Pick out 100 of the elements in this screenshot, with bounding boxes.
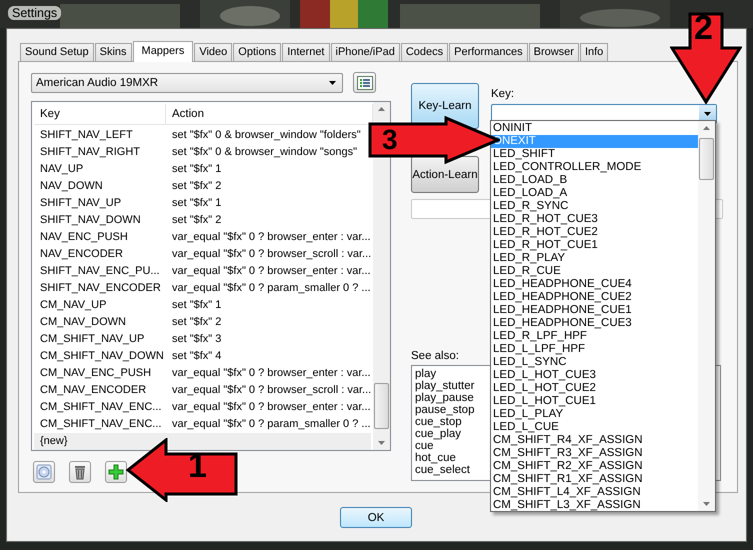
scrollbar[interactable]: [698, 121, 715, 511]
table-cell-text: SHIFT_NAV_LEFT: [39, 128, 134, 143]
delete-button[interactable]: [69, 461, 91, 483]
dropdown-item[interactable]: ONINIT: [491, 122, 698, 135]
trash-icon: [72, 464, 88, 480]
add-button[interactable]: [105, 461, 127, 483]
scroll-thumb[interactable]: [699, 138, 714, 180]
dropdown-item[interactable]: LED_L_CUE: [491, 421, 698, 434]
action-learn-button[interactable]: Action-Learn: [411, 156, 479, 193]
table-cell-text: set "$fx" 1: [171, 298, 222, 313]
tab[interactable]: Mappers: [132, 41, 194, 62]
table-cell-text: CM_NAV_ENC_PUSH: [39, 366, 152, 381]
key-label: Key:: [491, 87, 514, 101]
table-cell-text: var_equal "$fx" 0 ? browser_scroll : var...: [171, 383, 372, 398]
dropdown-item[interactable]: CM_SHIFT_R3_XF_ASSIGN: [491, 447, 698, 460]
dropdown-item[interactable]: CM_SHIFT_L3_XF_ASSIGN: [491, 499, 698, 512]
dropdown-item[interactable]: LED_HEADPHONE_CUE3: [491, 317, 698, 330]
dropdown-item[interactable]: LED_HEADPHONE_CUE2: [491, 291, 698, 304]
dropdown-item[interactable]: CM_SHIFT_R1_XF_ASSIGN: [491, 473, 698, 486]
table-cell-text: NAV_DOWN: [39, 179, 104, 194]
table-cell-text: set "$fx" 0 & browser_window "songs": [171, 145, 358, 160]
plus-icon: [108, 464, 124, 480]
dropdown-item[interactable]: LED_R_LPF_HPF: [491, 330, 698, 343]
table-cell-text: set "$fx" 2: [171, 179, 222, 194]
dropdown-item[interactable]: LED_LOAD_A: [491, 187, 698, 200]
dropdown-item[interactable]: LED_L_HOT_CUE2: [491, 382, 698, 395]
table-cell-text: var_equal "$fx" 0 ? browser_enter : var...: [171, 400, 372, 415]
callout-number: 2: [694, 10, 713, 46]
tab[interactable]: Browser: [528, 43, 579, 61]
dropdown-item[interactable]: LED_R_HOT_CUE3: [491, 213, 698, 226]
new-row[interactable]: {new}: [34, 433, 371, 450]
table-cell-text: var_equal "$fx" 0 ? browser_scroll : var...: [171, 247, 372, 262]
table-cell-text: var_equal "$fx" 0 ? param_smaller 0 ? ...: [171, 417, 372, 432]
table-cell-text: var_equal "$fx" 0 ? param_smaller 0 ? ...: [171, 281, 372, 296]
dropdown-item[interactable]: LED_SHIFT: [491, 148, 698, 161]
table-cell-text: CM_SHIFT_NAV_ENC...: [39, 417, 162, 432]
dropdown-item[interactable]: LED_R_HOT_CUE1: [491, 239, 698, 252]
list-item[interactable]: play_stutter: [415, 380, 474, 392]
dropdown-item[interactable]: LED_L_SYNC: [491, 356, 698, 369]
table-cell-text: set "$fx" 3: [171, 332, 222, 347]
table-cell-text: set "$fx" 1: [171, 196, 222, 211]
dropdown-item[interactable]: LED_LOAD_B: [491, 174, 698, 187]
list-item[interactable]: pause_stop: [415, 404, 474, 416]
list-item[interactable]: play: [415, 368, 436, 380]
tab[interactable]: Codecs: [400, 43, 448, 61]
dropdown-item[interactable]: LED_CONTROLLER_MODE: [491, 161, 698, 174]
column-header[interactable]: Key: [34, 104, 166, 124]
table-cell-text: NAV_ENC_PUSH: [39, 230, 129, 245]
table-cell-text: var_equal "$fx" 0 ? browser_enter : var...: [171, 264, 372, 279]
tab[interactable]: iPhone/iPad: [330, 43, 400, 61]
disc-icon: [36, 464, 52, 480]
caret-up-icon[interactable]: [703, 126, 710, 130]
list-item[interactable]: hot_cue: [415, 452, 456, 464]
table-cell-text: var_equal "$fx" 0 ? browser_enter : var...: [171, 366, 372, 381]
dropdown-item[interactable]: CM_SHIFT_R4_XF_ASSIGN: [491, 434, 698, 447]
dropdown-item[interactable]: CM_SHIFT_L4_XF_ASSIGN: [491, 486, 698, 499]
table-cell-text: CM_NAV_ENCODER: [39, 383, 148, 398]
dropdown-item[interactable]: LED_R_HOT_CUE2: [491, 226, 698, 239]
caret-down-icon[interactable]: [378, 441, 385, 445]
caret-down-icon[interactable]: [703, 502, 710, 506]
table-cell-text: CM_SHIFT_NAV_UP: [39, 332, 146, 347]
tab[interactable]: Video: [194, 43, 232, 61]
tab[interactable]: Skins: [94, 43, 132, 61]
dropdown-item[interactable]: CM_SHIFT_R2_XF_ASSIGN: [491, 460, 698, 473]
list-view-button[interactable]: [353, 72, 376, 93]
table-cell-text: SHIFT_NAV_RIGHT: [39, 145, 142, 160]
callout-number: 3: [382, 125, 398, 155]
tab[interactable]: Performances: [449, 43, 528, 61]
caret-up-icon[interactable]: [378, 107, 385, 111]
tab[interactable]: Sound Setup: [20, 43, 94, 61]
tab[interactable]: Internet: [282, 43, 330, 61]
table-cell-text: set "$fx" 1: [171, 162, 222, 177]
dropdown-item[interactable]: LED_L_LPF_HPF: [491, 343, 698, 356]
dropdown-item[interactable]: LED_HEADPHONE_CUE4: [491, 278, 698, 291]
dropdown-item[interactable]: LED_R_SYNC: [491, 200, 698, 213]
caret-icon: [704, 112, 711, 116]
tab[interactable]: Options: [233, 43, 282, 61]
table-cell-text: var_equal "$fx" 0 ? browser_enter : var...: [171, 230, 372, 245]
list-item[interactable]: play_pause: [415, 392, 474, 404]
list-item[interactable]: cue_play: [415, 428, 462, 440]
refresh-button[interactable]: [33, 461, 55, 483]
table-cell-text: set "$fx" 2: [171, 315, 222, 330]
table-cell-text: NAV_UP: [39, 162, 84, 177]
dropdown-item[interactable]: LED_R_CUE: [491, 265, 698, 278]
dropdown-item[interactable]: LED_R_PLAY: [491, 252, 698, 265]
list-item[interactable]: cue_select: [415, 464, 470, 476]
dropdown-item[interactable]: LED_L_PLAY: [491, 408, 698, 421]
see-also-label: See also:: [411, 349, 459, 363]
dropdown-item[interactable]: LED_HEADPHONE_CUE1: [491, 304, 698, 317]
ok-button[interactable]: OK: [340, 507, 412, 528]
device-dropdown[interactable]: American Audio 19MXR: [31, 72, 343, 92]
scroll-thumb[interactable]: [374, 383, 389, 429]
list-item[interactable]: cue_stop: [415, 416, 462, 428]
table-cell-text: set "$fx" 0 & browser_window "folders": [171, 128, 362, 143]
tab[interactable]: Info: [580, 43, 608, 61]
dropdown-item[interactable]: LED_L_HOT_CUE1: [491, 395, 698, 408]
list-item[interactable]: cue: [415, 440, 434, 452]
dropdown-item[interactable]: LED_L_HOT_CUE3: [491, 369, 698, 382]
caret-icon: [329, 80, 336, 84]
table-cell-text: CM_SHIFT_NAV_DOWN: [39, 349, 165, 364]
